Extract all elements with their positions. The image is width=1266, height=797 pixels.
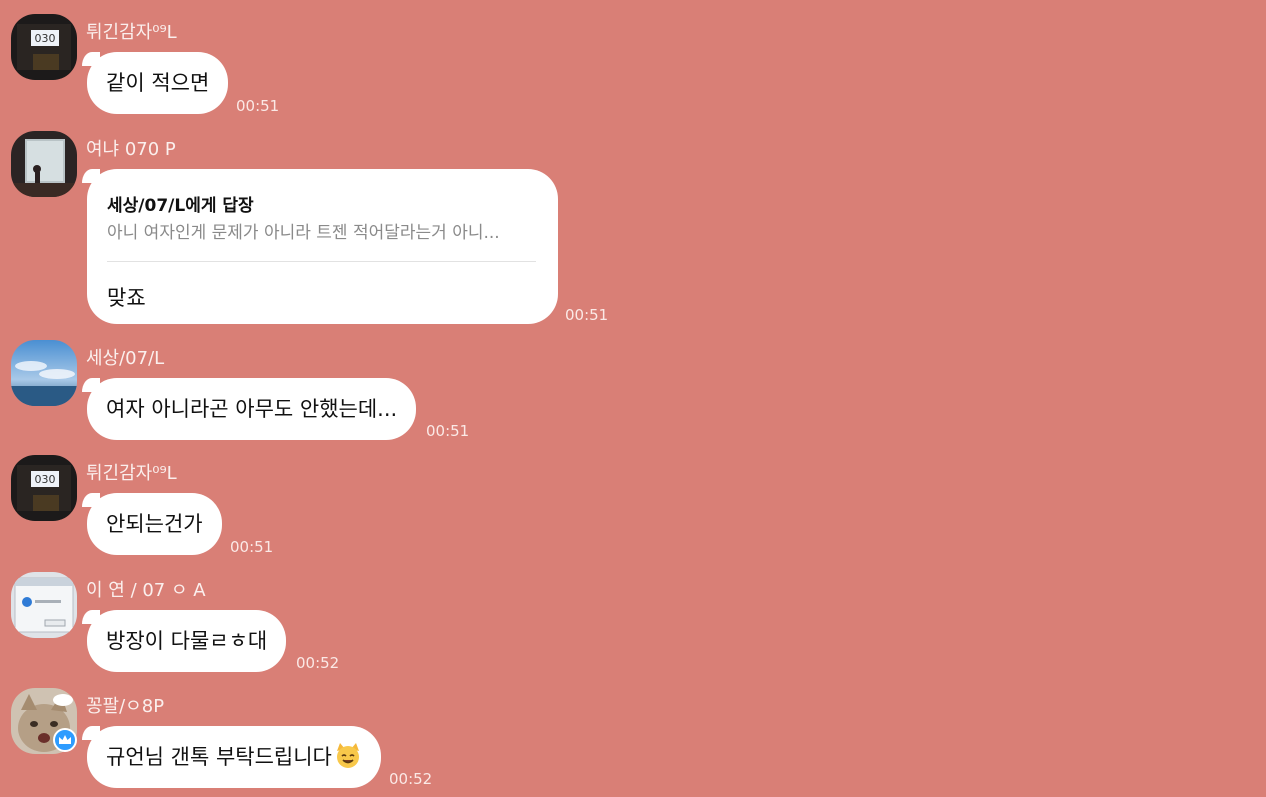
message-bubble[interactable]: 방장이 다물ㄹㅎ대 (81, 610, 287, 672)
avatar-image: 030 (11, 14, 77, 80)
avatar[interactable] (11, 340, 77, 406)
message-text: 여자 아니라곤 아무도 안했는데... (106, 397, 398, 421)
message-bubble[interactable]: 규언님 갠톡 부탁드립니다 (82, 726, 381, 788)
message-time: 00:51 (565, 306, 609, 324)
message-time: 00:51 (230, 538, 274, 556)
avatar[interactable] (11, 131, 77, 197)
avatar-image (11, 131, 77, 197)
message-text: 같이 적으면 (106, 71, 210, 95)
avatar[interactable] (11, 572, 77, 638)
sender-name: 이 연 / 07 ㅇ A (86, 580, 206, 601)
message-time: 00:51 (426, 422, 470, 440)
sender-name: 여냐 070 P (86, 139, 176, 160)
svg-text:030: 030 (35, 473, 56, 486)
crown-icon (53, 728, 77, 752)
message-text: 규언님 갠톡 부탁드립니다 (106, 745, 332, 769)
reply-quote[interactable]: 아니 여자인게 문제가 아니라 트젠 적어달라는거 아니... (107, 218, 500, 243)
sender-name: 튀긴감자⁰⁹L (86, 463, 177, 484)
avatar-image: 030 (11, 455, 77, 521)
message-bubble[interactable]: 안되는건가 (82, 493, 222, 555)
sender-name: 꽁팔/ㅇ8P (86, 696, 165, 717)
message-text: 안되는건가 (106, 512, 203, 536)
avatar[interactable]: 030 (11, 14, 77, 80)
cat-face-icon (336, 743, 359, 768)
message-text: 맞죠 (107, 286, 146, 310)
message-time: 00:52 (296, 654, 340, 672)
reply-to-label: 세상/07/L에게 답장 (107, 196, 254, 216)
avatar-image (11, 572, 77, 638)
avatar[interactable]: 030 (11, 455, 77, 521)
reply-divider (107, 261, 536, 262)
message-time: 00:51 (236, 97, 280, 115)
svg-text:030: 030 (35, 32, 56, 45)
message-bubble[interactable]: 같이 적으면 (81, 52, 229, 114)
sender-name: 세상/07/L (86, 348, 165, 369)
message-time: 00:52 (389, 770, 433, 788)
avatar-image (11, 340, 77, 406)
message-text: 방장이 다물ㄹㅎ대 (106, 629, 268, 653)
sender-name: 튀긴감자⁰⁹L (86, 22, 177, 43)
message-bubble[interactable]: 여자 아니라곤 아무도 안했는데... (81, 378, 417, 440)
reply-bubble[interactable]: 세상/07/L에게 답장 아니 여자인게 문제가 아니라 트젠 적어달라는거 아… (82, 169, 558, 324)
